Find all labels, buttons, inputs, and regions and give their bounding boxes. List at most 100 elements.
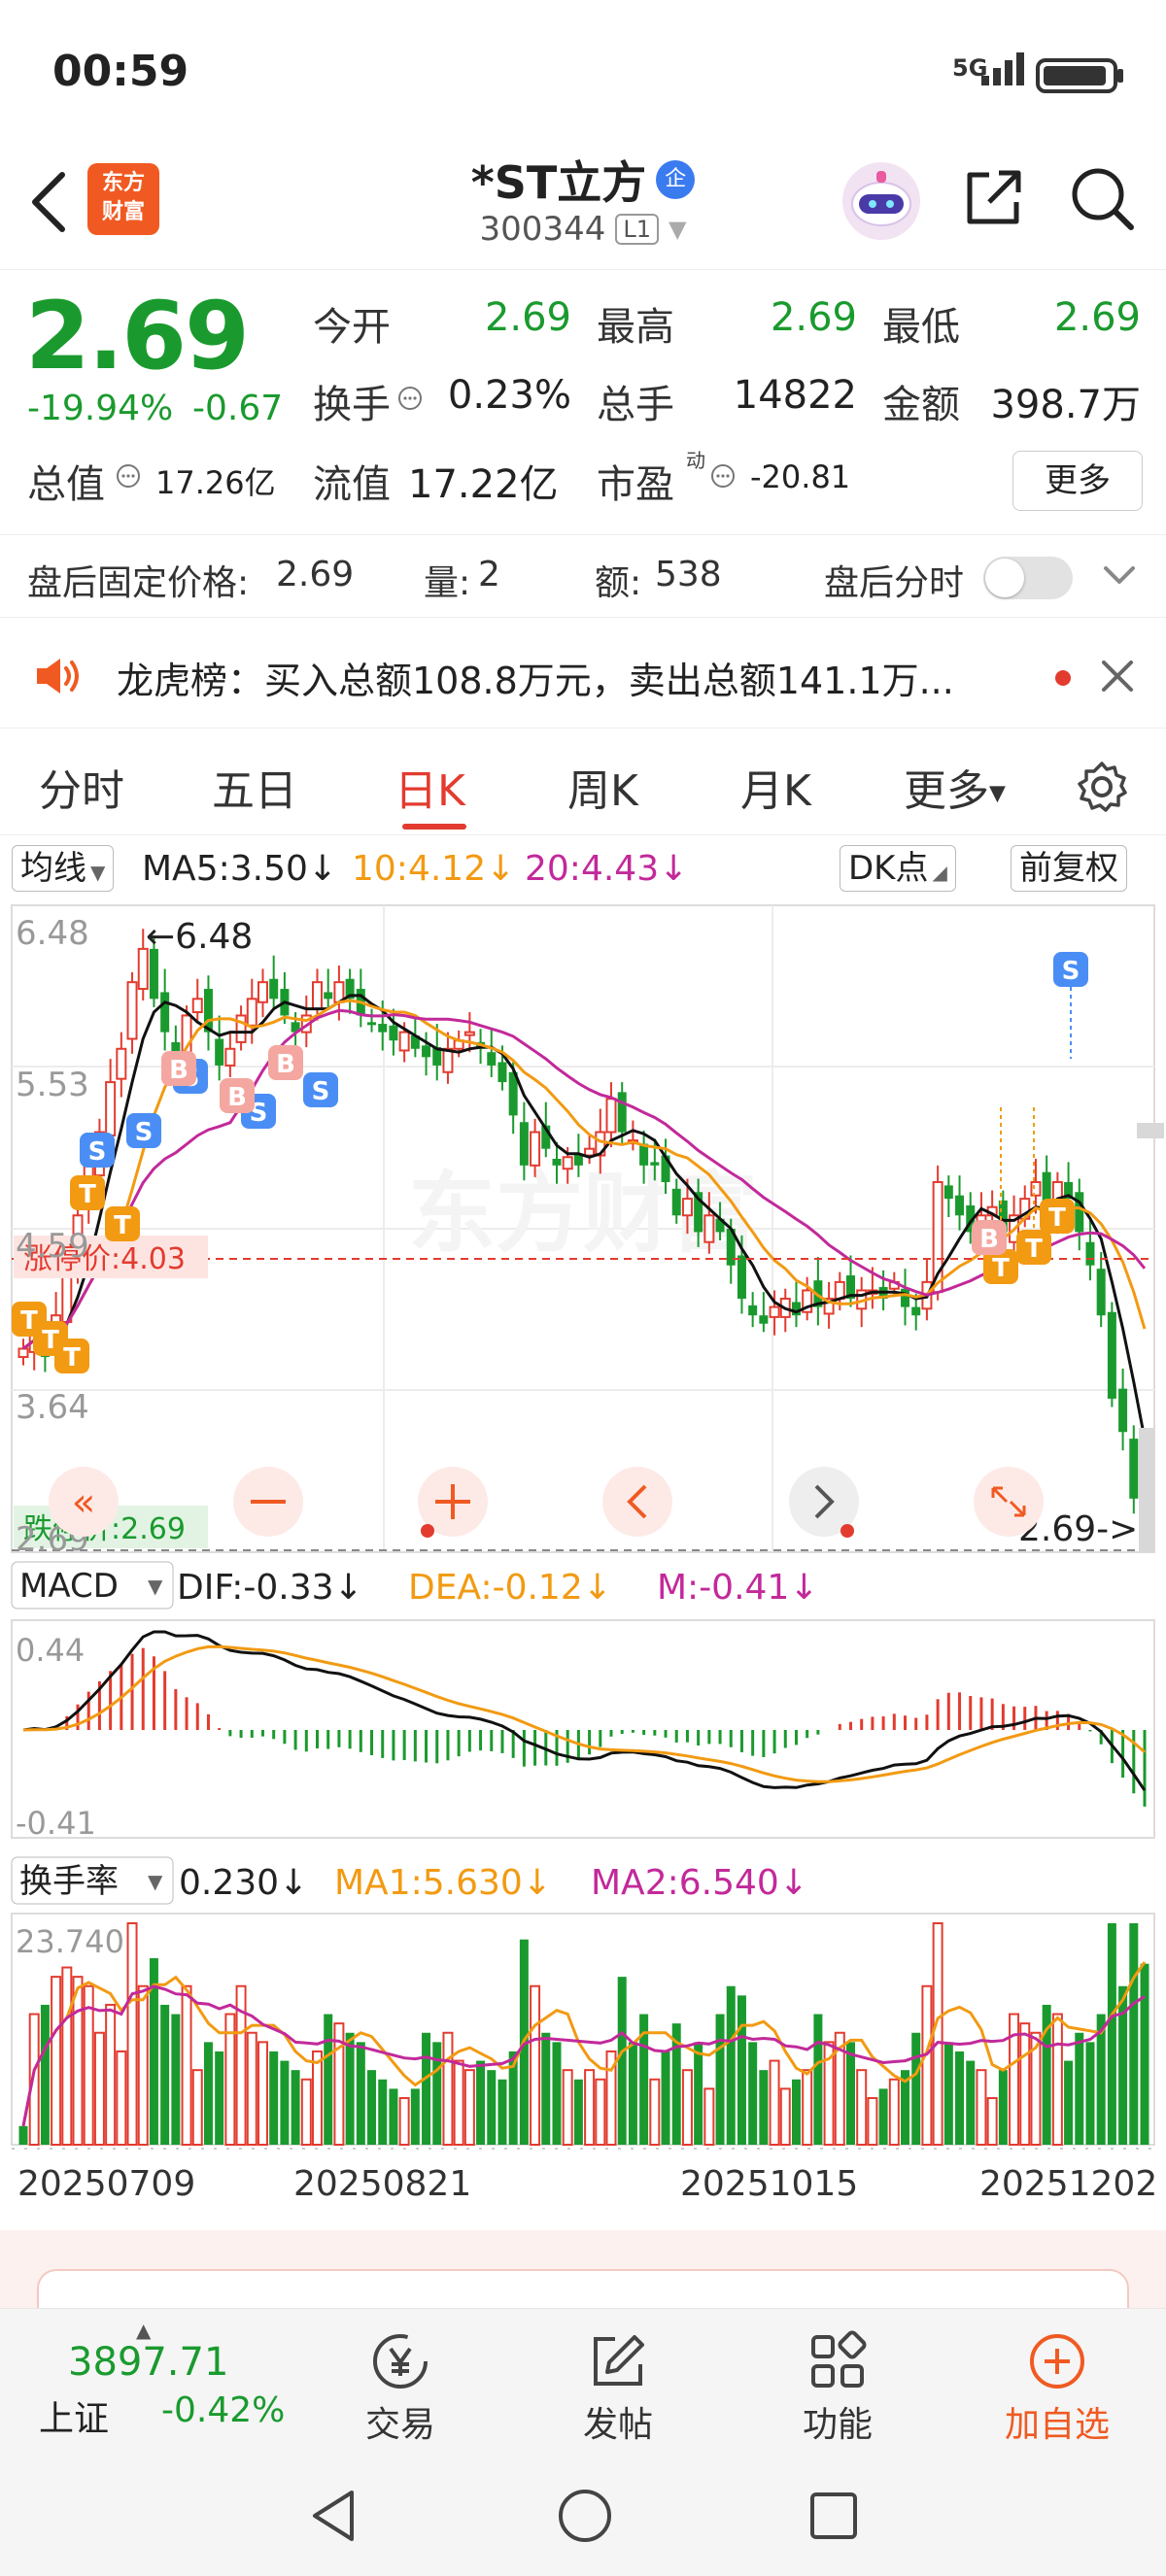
chevron-down-icon[interactable] <box>1100 560 1139 590</box>
turnover-bar-up <box>442 2031 454 2146</box>
info-icon[interactable] <box>396 385 424 412</box>
turnover-bar-down <box>1064 2060 1074 2145</box>
stock-name: *ST立方 <box>470 156 647 209</box>
back-triangle-icon[interactable] <box>307 2487 361 2545</box>
nav-post[interactable]: 发帖 <box>540 2326 696 2447</box>
candle-down <box>367 1022 377 1026</box>
float-cap-label: 流值 <box>313 462 391 507</box>
date-label: 20250709 <box>17 2164 195 2204</box>
candle-down <box>160 992 170 1033</box>
candle-down <box>759 1315 769 1324</box>
turnover-bar-down <box>345 2032 355 2145</box>
tab-intraday[interactable]: 分时 <box>39 756 124 818</box>
turnover-bar-up <box>61 1966 73 2147</box>
turnover-bar-up <box>463 2069 475 2146</box>
low-label: 最低 <box>882 305 960 350</box>
robot-assistant-icon[interactable] <box>838 157 925 245</box>
tab-five-day[interactable]: 五日 <box>212 756 297 818</box>
turnover-bars <box>18 1922 1149 2147</box>
turnover-bar-up <box>453 2059 464 2146</box>
grid-icon <box>811 2330 867 2388</box>
gear-icon[interactable] <box>1075 760 1129 814</box>
date-label: 20250821 <box>293 2164 471 2204</box>
watermark: 东方财富 <box>408 1163 758 1265</box>
candle-up <box>703 1214 715 1243</box>
index-percent: -0.42% <box>161 2390 286 2430</box>
candle-down <box>487 1052 497 1066</box>
turnover-bar-up <box>584 2069 596 2146</box>
scroll-left-button[interactable] <box>602 1467 672 1537</box>
turnover-bar-down <box>291 2070 300 2145</box>
svg-text:T: T <box>1048 1203 1066 1233</box>
more-quote-button[interactable]: 更多 <box>1012 451 1143 511</box>
plus-circle-icon <box>1030 2334 1084 2389</box>
turnover-bar-down <box>661 2051 670 2145</box>
candle-down <box>1129 1439 1139 1499</box>
red-dot <box>840 1524 854 1538</box>
macd-dea-line <box>22 1644 1146 1783</box>
turnover-bar-down <box>737 1995 746 2145</box>
turnover-bar-down <box>280 2060 290 2145</box>
fullscreen-button[interactable] <box>974 1467 1044 1537</box>
scroll-left-fast-button[interactable]: « <box>49 1467 119 1537</box>
index-value: 3897.71 <box>68 2340 229 2385</box>
macd-m: M:-0.41↓ <box>657 1568 819 1608</box>
search-icon[interactable] <box>1069 165 1137 233</box>
zoom-in-button[interactable] <box>418 1467 488 1538</box>
close-icon[interactable] <box>1098 657 1137 695</box>
yen-icon <box>373 2334 428 2389</box>
scroll-right-button[interactable] <box>789 1467 859 1538</box>
battery-icon <box>1036 58 1123 93</box>
zoom-out-button[interactable] <box>233 1467 303 1537</box>
kline-chart[interactable]: 东方财富 涨停价:4.03 跌停价:2.69 6.48 5.53 4.59 3.… <box>0 894 1166 2224</box>
tab-more[interactable]: 更多▼ <box>904 756 1006 818</box>
candle-down <box>943 1185 953 1200</box>
candle-down <box>955 1195 965 1216</box>
tab-daily-k[interactable]: 日K <box>394 756 465 818</box>
svg-text:T: T <box>1025 1235 1043 1264</box>
info-icon[interactable] <box>709 462 737 490</box>
turnover-bar-down <box>487 2070 497 2145</box>
float-cap-value: 17.22亿 <box>408 462 559 507</box>
turnover-bar-down <box>955 2051 965 2145</box>
status-bar: 00:59 5G <box>0 0 1166 146</box>
candle-up <box>398 1031 410 1052</box>
turnover-bar-up <box>1051 2013 1063 2146</box>
caret-down-icon: ▼ <box>90 861 106 884</box>
adjust-selector[interactable]: 前复权 <box>1011 845 1127 892</box>
turnover-bar-down <box>160 2004 170 2145</box>
tab-weekly-k[interactable]: 周K <box>567 756 638 818</box>
turnover-bar-up <box>888 2078 900 2147</box>
nav-functions[interactable]: 功能 <box>760 2326 915 2447</box>
dragon-tiger-notice[interactable]: 龙虎榜：买入总额108.8万元，卖出总额141.1万... <box>0 622 1166 729</box>
dk-point-selector[interactable]: DK点 ◢ <box>840 845 956 892</box>
candle-up <box>105 1081 117 1136</box>
share-icon[interactable] <box>962 165 1026 229</box>
turnover-bar-up <box>595 2078 606 2147</box>
candle-down <box>1096 1269 1106 1316</box>
nav-add-watchlist[interactable]: 加自选 <box>979 2326 1135 2447</box>
macd-dea: DEA:-0.12↓ <box>408 1568 612 1608</box>
candle-down <box>737 1255 746 1300</box>
turnover-bar-down <box>1140 1963 1149 2145</box>
turnover-bar-down <box>759 2070 769 2145</box>
after-hours-toggle[interactable] <box>983 557 1073 599</box>
red-dot <box>421 1524 434 1538</box>
home-circle-icon[interactable] <box>556 2487 614 2545</box>
tab-monthly-k[interactable]: 月K <box>740 756 811 818</box>
turnover-bar-down <box>998 2070 1008 2145</box>
after-hours-volume-label: 量: <box>424 563 471 603</box>
toggle-knob <box>985 559 1024 597</box>
enterprise-badge: 企 <box>656 160 696 199</box>
svg-text:S: S <box>1062 957 1080 986</box>
nav-trade[interactable]: 交易 <box>323 2326 478 2447</box>
info-icon[interactable] <box>115 462 142 490</box>
after-hours-timeshare-label: 盘后分时 <box>824 563 965 603</box>
turnover-bar-down <box>1085 2042 1095 2145</box>
recents-square-icon[interactable] <box>806 2489 861 2543</box>
market-cap-value: 17.26亿 <box>155 464 276 501</box>
tab-more-label: 更多 <box>904 766 989 816</box>
indicator-selector[interactable]: 均线 ▼ <box>12 845 115 892</box>
macd-histogram <box>32 1647 1147 1807</box>
svg-text:S: S <box>135 1118 154 1147</box>
